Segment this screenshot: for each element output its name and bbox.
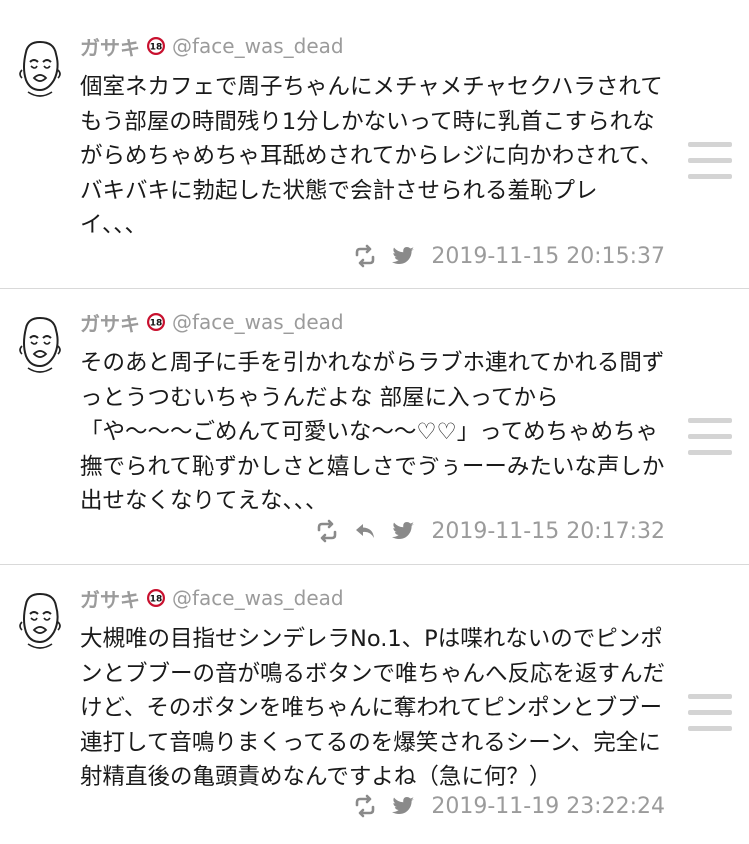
tweet-header: ガサキ @face_was_dead: [80, 308, 344, 336]
tweet-3[interactable]: ガサキ @face_was_dead 大槻唯の目指せシンデレラNo.1、Pは喋れ…: [0, 584, 749, 836]
age-18-badge-icon: [146, 588, 166, 608]
hamburger-menu-icon[interactable]: [688, 418, 732, 466]
retweet-icon[interactable]: [315, 519, 339, 543]
twitter-bird-icon[interactable]: [391, 519, 415, 543]
user-handle[interactable]: @face_was_dead: [172, 310, 344, 334]
age-18-badge-icon: [146, 36, 166, 56]
user-handle[interactable]: @face_was_dead: [172, 34, 344, 58]
user-handle[interactable]: @face_was_dead: [172, 586, 344, 610]
divider: [0, 288, 749, 289]
age-18-badge-icon: [146, 312, 166, 332]
retweet-icon[interactable]: [353, 794, 377, 818]
reply-icon[interactable]: [353, 519, 377, 543]
retweet-icon[interactable]: [353, 244, 377, 268]
avatar[interactable]: [16, 590, 64, 654]
tweet-footer: 2019-11-15 20:17:32: [315, 515, 665, 547]
user-name[interactable]: ガサキ: [80, 308, 140, 337]
hamburger-menu-icon[interactable]: [688, 142, 732, 190]
tweet-1[interactable]: ガサキ @face_was_dead 個室ネカフェで周子ちゃんにメチャメチャセク…: [0, 32, 749, 284]
tweet-header: ガサキ @face_was_dead: [80, 584, 344, 612]
tweet-footer: 2019-11-15 20:15:37: [353, 240, 665, 272]
twitter-bird-icon[interactable]: [391, 794, 415, 818]
timestamp[interactable]: 2019-11-15 20:17:32: [431, 519, 665, 544]
timestamp[interactable]: 2019-11-19 23:22:24: [431, 794, 665, 819]
tweet-text: 個室ネカフェで周子ちゃんにメチャメチャセクハラされて もう部屋の時間残り1分しか…: [80, 74, 663, 238]
avatar[interactable]: [16, 314, 64, 378]
hamburger-menu-icon[interactable]: [688, 694, 732, 742]
user-name[interactable]: ガサキ: [80, 584, 140, 613]
avatar[interactable]: [16, 38, 64, 102]
user-name[interactable]: ガサキ: [80, 32, 140, 61]
tweet-text: 大槻唯の目指せシンデレラNo.1、Pは喋れないのでピンポ ンとブブーの音が鳴るボ…: [80, 626, 666, 790]
twitter-bird-icon[interactable]: [391, 244, 415, 268]
timestamp[interactable]: 2019-11-15 20:15:37: [431, 244, 665, 269]
tweet-header: ガサキ @face_was_dead: [80, 32, 344, 60]
tweet-footer: 2019-11-19 23:22:24: [353, 790, 665, 822]
tweet-text: そのあと周子に手を引かれながらラブホ連れてかれる間ず っとうつむいちゃうんだよな…: [80, 350, 665, 514]
tweet-2[interactable]: ガサキ @face_was_dead そのあと周子に手を引かれながらラブホ連れて…: [0, 308, 749, 560]
divider: [0, 564, 749, 565]
